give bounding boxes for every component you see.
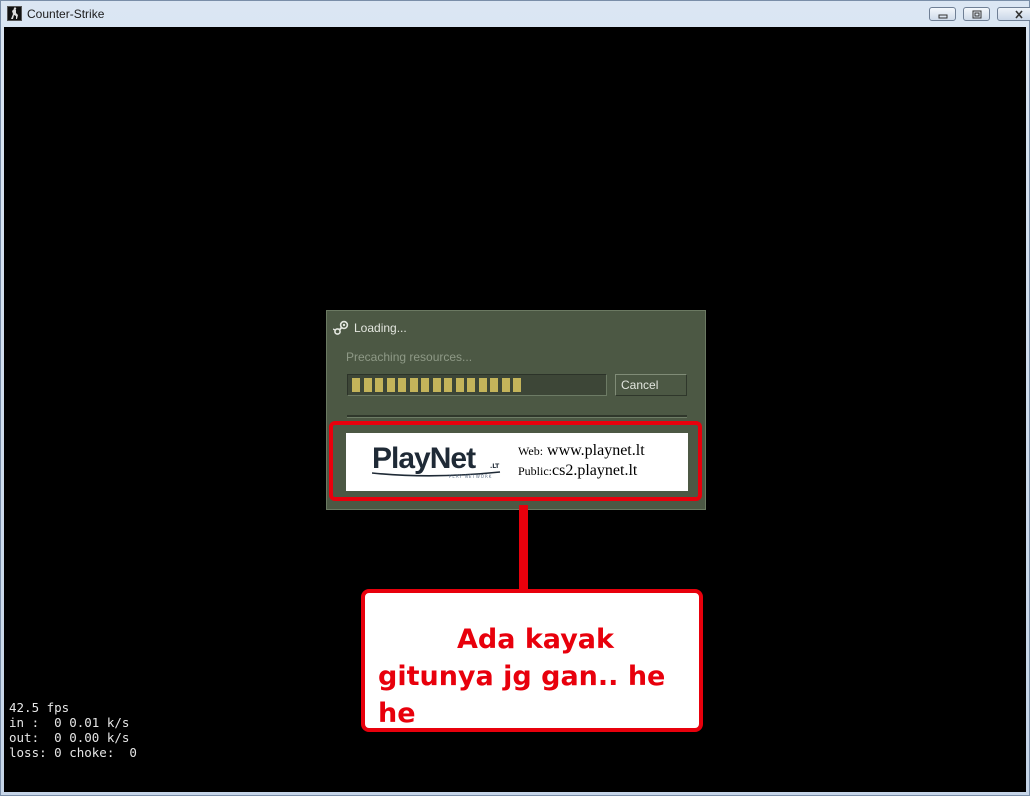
annotation-highlight-box (329, 421, 702, 501)
loading-status: Precaching resources... (346, 350, 473, 364)
game-viewport: Loading... Precaching resources... Cance… (4, 27, 1026, 792)
progress-segment (467, 378, 475, 392)
progress-segment (421, 378, 429, 392)
progress-segment (398, 378, 406, 392)
close-button[interactable] (997, 7, 1030, 21)
net-in-readout: in : 0 0.01 k/s (9, 715, 130, 730)
progress-segment (386, 378, 395, 392)
maximize-button[interactable] (963, 7, 990, 21)
progress-segment (409, 378, 418, 392)
title-bar[interactable]: Counter-Strike (1, 1, 1030, 27)
annotation-callout: Ada kayak gitunya jg gan.. he he (361, 589, 703, 732)
fps-readout: 42.5 fps (9, 700, 70, 715)
net-graph: 42.5 fps in : 0 0.01 k/s out: 0 0.00 k/s lo… (9, 700, 137, 760)
dialog-divider (347, 415, 687, 418)
maximize-icon (972, 10, 981, 19)
game-window: Counter-Strike Loading... Precaching res… (0, 0, 1030, 796)
progress-segment (513, 378, 521, 392)
progress-segment (455, 378, 464, 392)
loading-progress-bar (347, 374, 607, 396)
progress-segment (478, 378, 487, 392)
progress-segment (444, 378, 452, 392)
minimize-button[interactable] (929, 7, 956, 21)
annotation-connector (519, 505, 528, 589)
progress-segment (490, 378, 498, 392)
close-icon (1014, 10, 1023, 19)
progress-segment (501, 378, 510, 392)
dialog-title: Loading... (354, 321, 407, 335)
steam-icon (332, 320, 349, 336)
callout-line-2: gitunya jg gan.. he he (378, 661, 666, 729)
progress-segment (375, 378, 383, 392)
counter-strike-icon (7, 6, 22, 21)
window-title: Counter-Strike (27, 7, 105, 21)
progress-segment (363, 378, 372, 392)
progress-segment (352, 378, 360, 392)
minimize-icon (938, 14, 947, 19)
cancel-button[interactable]: Cancel (615, 374, 687, 396)
net-loss-readout: loss: 0 choke: 0 (9, 745, 137, 760)
progress-segment (432, 378, 441, 392)
net-out-readout: out: 0 0.00 k/s (9, 730, 130, 745)
callout-line-1: Ada kayak (457, 624, 614, 655)
